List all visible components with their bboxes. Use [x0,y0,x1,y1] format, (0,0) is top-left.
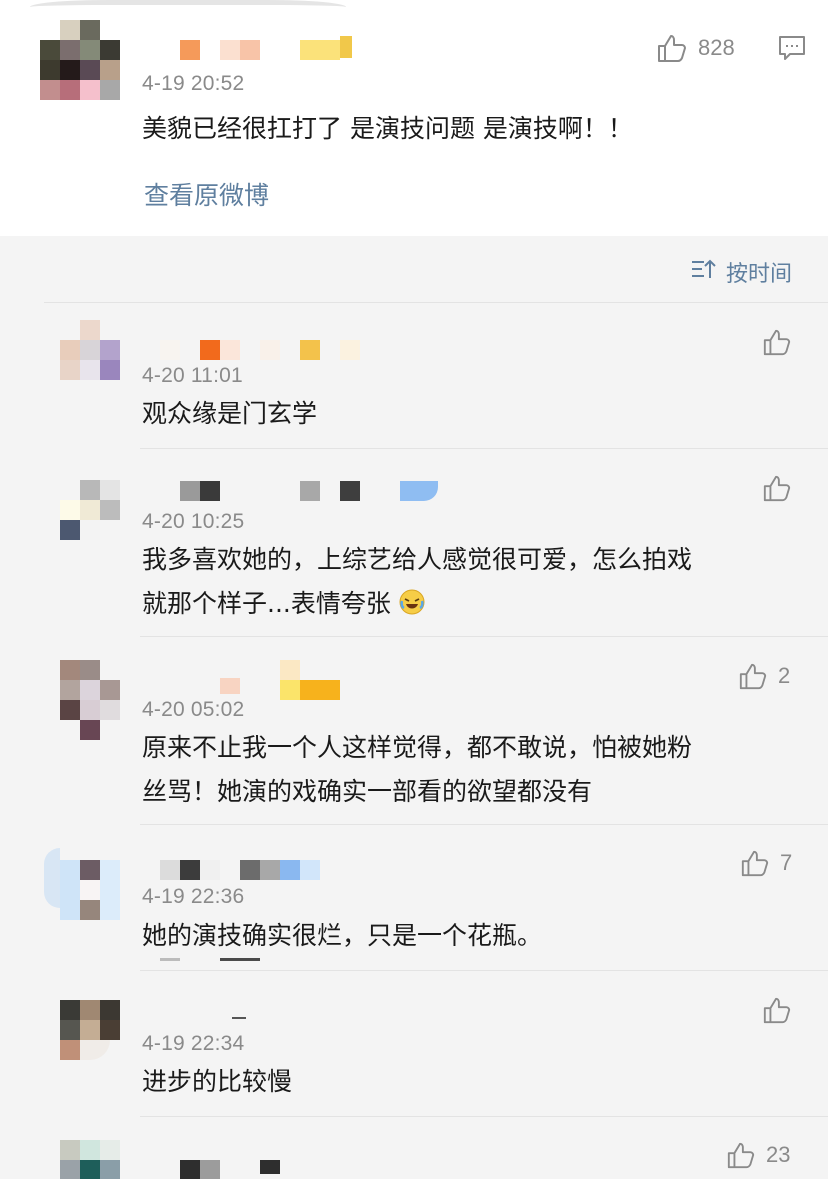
post-time: 4-19 20:52 [142,72,245,95]
comment-text-line1: 原来不止我一个人这样觉得，都不敢说，怕被她粉 [142,733,693,762]
avatar[interactable] [60,320,120,380]
divider [140,448,828,449]
comment-time: 4-20 05:02 [142,698,245,721]
comment-text: 她的演技确实很烂，只是一个花瓶。 [142,921,543,950]
post-text: 美貌已经很扛打了 是演技问题 是演技啊！！ [142,114,633,143]
sort-label: 按时间 [726,262,793,287]
like-button[interactable]: 2 [738,661,790,691]
comment-icon[interactable] [778,34,806,62]
thumbs-up-icon [738,661,768,691]
comment-text-line2: 丝骂！她演的戏确实一部看的欲望都没有 [142,777,593,806]
like-count: 828 [698,35,735,60]
scroll-artifact [160,958,180,961]
sort-icon [690,257,718,287]
divider [140,970,828,971]
comment-time: 4-20 10:25 [142,510,245,533]
view-original-link[interactable]: 查看原微博 [144,176,269,212]
avatar[interactable] [44,848,124,928]
like-button[interactable]: 23 [726,1140,790,1170]
main-comment-card: 4-19 20:52 828 美貌已经很扛打了 是演技问题 是演技啊！！ 查看原… [0,0,828,236]
thumbs-up-icon [762,995,792,1025]
like-button[interactable] [762,473,802,503]
thumbs-up-icon [726,1140,756,1170]
scroll-artifact [220,958,260,961]
like-button[interactable] [762,995,802,1025]
comment-text-line1: 我多喜欢她的，上综艺给人感觉很可爱，怎么拍戏 [142,545,693,574]
like-count: 23 [766,1142,791,1167]
divider [140,1116,828,1117]
divider [140,636,828,637]
comment-time: 4-19 22:36 [142,885,245,908]
comment-text-line2: 就那个样子...表情夸张 [142,582,425,629]
like-count: 2 [778,663,791,688]
avatar[interactable] [60,1000,120,1060]
comment-text: 进步的比较慢 [142,1067,293,1096]
like-button[interactable]: 828 [656,32,735,64]
comment-time: 4-20 11:01 [142,364,243,387]
like-count: 7 [780,850,793,875]
divider [44,302,828,303]
avatar[interactable] [40,20,120,100]
thumbs-up-icon [762,473,792,503]
sort-by-time-button[interactable]: 按时间 [690,256,792,288]
avatar[interactable] [60,480,120,540]
avatar[interactable] [60,1140,120,1179]
like-button[interactable] [762,327,802,357]
comment-time: 4-19 22:34 [142,1032,245,1055]
laughing-crying-emoji [399,585,425,629]
divider [140,824,828,825]
comment-text: 观众缘是门玄学 [142,399,318,428]
avatar[interactable] [60,660,120,740]
thumbs-up-icon [762,327,792,357]
like-button[interactable]: 7 [740,848,792,878]
comment-text: 就那个样子...表情夸张 [142,589,391,618]
scroll-artifact [232,1017,246,1019]
thumbs-up-icon [656,32,688,64]
top-scroll-edge [30,0,346,14]
thumbs-up-icon [740,848,770,878]
